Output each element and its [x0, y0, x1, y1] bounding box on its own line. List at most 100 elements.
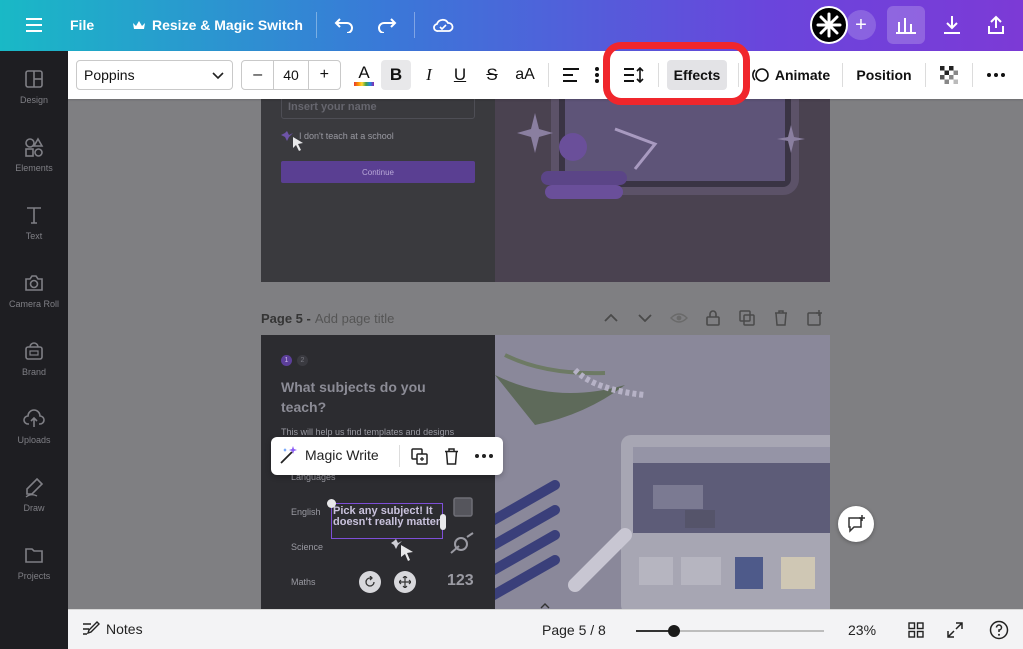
insights-icon[interactable]	[887, 6, 925, 44]
resize-handle[interactable]	[440, 514, 446, 530]
sidebar-item-text[interactable]: Text	[0, 204, 68, 264]
resize-handle[interactable]	[327, 499, 336, 508]
delete-page-icon[interactable]	[771, 308, 791, 328]
add-page-title[interactable]: Add page title	[315, 311, 395, 326]
elements-icon	[25, 137, 44, 157]
toolbar-divider	[842, 63, 843, 87]
sidebar-item-brand[interactable]: Brand	[0, 340, 68, 400]
sidebar-item-uploads[interactable]: Uploads	[0, 408, 68, 468]
top-bar: File Resize & Magic Switch +	[0, 0, 1023, 51]
animate-icon	[751, 68, 769, 82]
letter-case-button[interactable]: aA	[510, 60, 540, 90]
menu-divider	[399, 445, 400, 467]
step-2-label: 2	[300, 357, 305, 364]
help-icon[interactable]	[989, 620, 1009, 640]
step-1-label: 1	[284, 357, 289, 364]
sidebar-item-draw[interactable]: Draw	[0, 476, 68, 536]
undo-icon[interactable]	[332, 13, 356, 37]
lock-icon[interactable]	[703, 308, 723, 328]
left-sidebar: Design Elements Text Camera Roll Brand U…	[0, 51, 68, 649]
design-icon	[25, 70, 43, 88]
continue-button: Continue	[281, 161, 475, 183]
text-color-button[interactable]: A	[352, 60, 376, 90]
magic-write-button[interactable]: Magic Write	[279, 445, 379, 465]
zoom-level[interactable]: 23%	[848, 622, 876, 638]
resize-button[interactable]: Resize & Magic Switch	[132, 14, 303, 36]
sidebar-item-label: Projects	[17, 571, 51, 581]
more-options-icon[interactable]	[983, 60, 1009, 90]
italic-button[interactable]: I	[416, 60, 442, 90]
page-4[interactable]: Insert your name I don't teach at a scho…	[261, 99, 830, 282]
more-icon[interactable]	[473, 446, 495, 466]
camera-icon	[25, 275, 43, 291]
transparency-icon[interactable]	[937, 60, 961, 90]
share-icon[interactable]	[983, 12, 1009, 38]
bottom-bar: Notes Page 5 / 8 23%	[68, 603, 1023, 649]
toolbar-divider	[925, 63, 926, 87]
sidebar-item-elements[interactable]: Elements	[0, 136, 68, 196]
topbar-divider	[414, 12, 415, 38]
add-page-icon[interactable]	[805, 308, 825, 328]
user-avatar[interactable]	[810, 6, 848, 44]
file-menu-label: File	[70, 17, 95, 33]
animate-button[interactable]: Animate	[751, 60, 831, 90]
sidebar-item-label: Elements	[15, 163, 53, 173]
move-handle-icon[interactable]	[394, 571, 416, 593]
strikethrough-button[interactable]: S	[479, 60, 505, 90]
subjects-subtext: This will help us find templates and des…	[281, 427, 455, 437]
grid-view-icon[interactable]	[906, 620, 926, 640]
decrease-font-size-button[interactable]: –	[242, 61, 273, 89]
increase-font-size-button[interactable]: +	[309, 61, 340, 89]
step-1-badge: 1	[281, 355, 292, 366]
zoom-slider[interactable]	[636, 625, 824, 637]
file-menu-button[interactable]: File	[70, 14, 94, 36]
duplicate-icon[interactable]	[409, 446, 429, 466]
font-size-stepper: – 40 +	[241, 60, 341, 90]
page-indicator[interactable]: Page 5 / 8	[542, 622, 606, 638]
redo-icon[interactable]	[375, 13, 399, 37]
checkbox-label: I don't teach at a school	[299, 131, 394, 141]
page-5-label: Page 5 -	[261, 310, 311, 326]
zoom-slider-handle[interactable]	[667, 625, 680, 637]
delete-icon[interactable]	[441, 446, 461, 466]
font-family-dropdown[interactable]: Poppins	[76, 60, 233, 90]
sidebar-item-label: Uploads	[17, 435, 51, 445]
chevron-up-icon[interactable]	[540, 603, 550, 609]
editor-canvas[interactable]: Insert your name I don't teach at a scho…	[68, 99, 1023, 609]
chevron-down-icon[interactable]	[635, 308, 655, 328]
sidebar-item-label: Design	[19, 95, 48, 105]
sidebar-item-camera-roll[interactable]: Camera Roll	[0, 272, 68, 332]
cloud-sync-icon[interactable]	[430, 13, 456, 37]
underline-button[interactable]: U	[447, 60, 473, 90]
subject-english: English	[291, 507, 321, 517]
add-collaborator-icon[interactable]: +	[846, 10, 876, 40]
subjects-heading: What subjects do you teach?	[281, 379, 426, 415]
menu-icon[interactable]	[22, 14, 46, 36]
add-comment-button[interactable]	[838, 506, 874, 542]
page-4-illustration	[495, 99, 830, 282]
font-size-input[interactable]: 40	[273, 61, 309, 89]
projects-icon	[25, 548, 43, 563]
uploads-icon	[23, 409, 45, 427]
sidebar-item-label: Text	[25, 231, 43, 241]
duplicate-page-icon[interactable]	[737, 308, 757, 328]
position-button[interactable]: Position	[854, 60, 914, 90]
hide-page-icon[interactable]	[669, 308, 689, 328]
download-icon[interactable]	[939, 12, 965, 38]
page-5-title-row: Page 5 - Add page title	[261, 307, 830, 329]
font-family-value: Poppins	[84, 67, 135, 83]
sidebar-item-label: Brand	[21, 367, 47, 377]
sidebar-item-design[interactable]: Design	[0, 68, 68, 128]
notes-button[interactable]: Notes	[82, 621, 143, 637]
step-2-badge: 2	[297, 355, 308, 366]
brand-icon	[25, 342, 43, 360]
notes-label: Notes	[106, 621, 143, 637]
fullscreen-icon[interactable]	[945, 620, 965, 640]
align-left-icon[interactable]	[557, 60, 585, 90]
text-color-glyph: A	[358, 63, 370, 82]
sidebar-item-projects[interactable]: Projects	[0, 544, 68, 604]
chevron-up-icon[interactable]	[601, 308, 621, 328]
bold-button[interactable]: B	[381, 60, 411, 90]
selected-text-box[interactable]: Pick any subject! It doesn't really matt…	[327, 499, 446, 539]
rotate-handle-icon[interactable]	[359, 571, 381, 593]
